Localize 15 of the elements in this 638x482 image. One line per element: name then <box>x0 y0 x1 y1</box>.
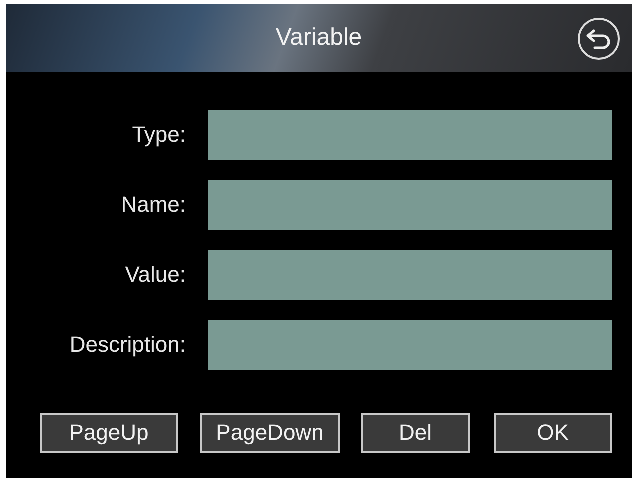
action-button[interactable]: OK <box>494 413 612 453</box>
field-label: Type: <box>131 122 186 148</box>
input-field[interactable] <box>208 110 612 160</box>
input-field[interactable] <box>208 250 612 300</box>
field-label: Name: <box>120 192 186 218</box>
input-field[interactable] <box>208 180 612 230</box>
field-label: Value: <box>124 262 186 288</box>
field-label: Description: <box>68 332 186 358</box>
action-button[interactable]: Del <box>361 413 470 453</box>
action-button[interactable]: PageDown <box>200 413 340 453</box>
back-arrow-icon <box>586 28 612 50</box>
action-button[interactable]: PageUp <box>40 413 178 453</box>
back-button[interactable] <box>578 18 620 60</box>
input-field[interactable] <box>208 320 612 370</box>
window-title: Variable <box>276 24 362 52</box>
